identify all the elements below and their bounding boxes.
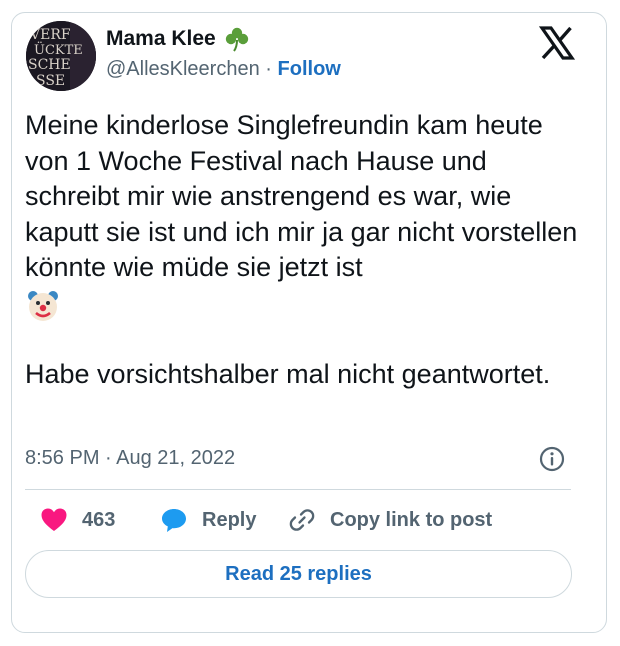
author-display-name[interactable]: Mama Klee	[106, 27, 216, 51]
tweet-paragraph: Habe vorsichtshalber mal nicht geantwort…	[25, 358, 551, 389]
handle-separator: ·	[265, 58, 272, 80]
avatar-image: VERF ÜCKTE SCHE SSE	[26, 21, 96, 91]
author-handle-row: @AllesKleerchen · Follow	[106, 58, 341, 81]
divider	[25, 489, 571, 490]
avatar-text-line: SCHE	[28, 57, 71, 73]
link-icon	[289, 509, 315, 531]
tweet-paragraph: Meine kinderlose Singlefreundin kam heut…	[25, 110, 578, 282]
copy-link-button[interactable]: Copy link to post	[288, 506, 492, 534]
author-handle[interactable]: @AllesKleerchen	[106, 58, 260, 80]
read-replies-label: Read 25 replies	[225, 562, 372, 585]
info-icon[interactable]	[539, 446, 565, 472]
clown-face-icon	[28, 290, 58, 321]
tweet-timestamp[interactable]: 8:56 PM · Aug 21, 2022	[25, 447, 235, 470]
shamrock-icon	[225, 27, 248, 52]
author-name-row: Mama Klee	[106, 26, 250, 52]
avatar-text-line: ÜCKTE	[34, 41, 83, 58]
tweet-text: Meine kinderlose Singlefreundin kam heut…	[25, 108, 580, 392]
reply-bubble-icon	[162, 509, 186, 532]
reply-label: Reply	[202, 508, 257, 531]
copy-link-label: Copy link to post	[330, 508, 493, 531]
like-count: 463	[82, 508, 116, 531]
like-button[interactable]: 463	[40, 506, 115, 534]
x-logo-icon[interactable]	[539, 25, 575, 61]
heart-icon	[41, 508, 67, 531]
follow-button[interactable]: Follow	[278, 58, 341, 80]
read-replies-button[interactable]: Read 25 replies	[25, 550, 572, 598]
avatar[interactable]: VERF ÜCKTE SCHE SSE	[26, 21, 96, 91]
reply-button[interactable]: Reply	[160, 506, 256, 534]
